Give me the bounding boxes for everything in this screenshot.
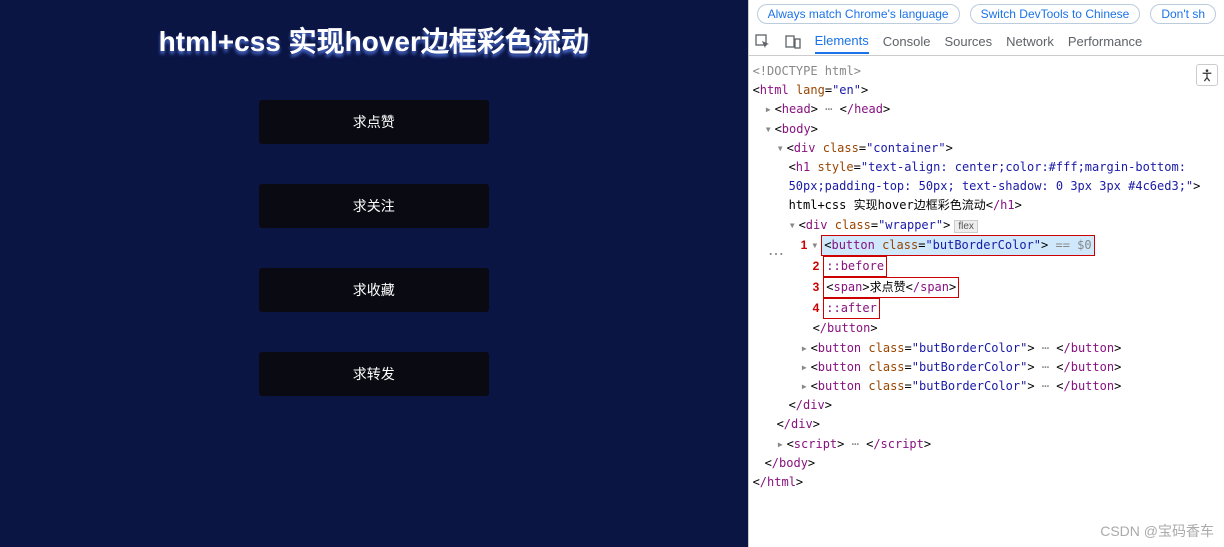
dom-annot-2[interactable]: 2::before (753, 256, 1220, 277)
dom-annot-4[interactable]: 4::after (753, 298, 1220, 319)
tab-sources[interactable]: Sources (944, 30, 992, 53)
inspect-icon[interactable] (755, 34, 771, 50)
hover-dots-icon: ⋯ (768, 244, 784, 264)
share-button[interactable]: 求转发 (259, 352, 489, 396)
devtools-tabs: Elements Console Sources Network Perform… (749, 28, 1224, 56)
follow-button[interactable]: 求关注 (259, 184, 489, 228)
dom-wrapper[interactable]: ▾<div class="wrapper">flex (753, 216, 1220, 235)
page-preview: html+css 实现hover边框彩色流动 求点赞 求关注 求收藏 求转发 (0, 0, 748, 547)
dom-body-close[interactable]: </body> (753, 454, 1220, 473)
dom-h1[interactable]: <h1 style="text-align: center;color:#fff… (753, 158, 1220, 216)
dom-doctype[interactable]: <!DOCTYPE html> (753, 62, 1220, 81)
dom-button-3[interactable]: ▸<button class="butBorderColor"> ⋯ </but… (753, 358, 1220, 377)
dom-html-open[interactable]: <html lang="en"> (753, 81, 1220, 100)
dom-tree[interactable]: <!DOCTYPE html> <html lang="en"> ▸<head>… (749, 56, 1224, 498)
devtools-infobar: Always match Chrome's language Switch De… (749, 0, 1224, 28)
dom-annot-1[interactable]: 1▾<button class="butBorderColor"> == $0 (753, 235, 1220, 256)
csdn-watermark: CSDN @宝码香车 (1100, 521, 1214, 541)
dom-container[interactable]: ▾<div class="container"> (753, 139, 1220, 158)
match-language-chip[interactable]: Always match Chrome's language (757, 4, 960, 24)
devtools-panel: Always match Chrome's language Switch De… (748, 0, 1224, 547)
like-button[interactable]: 求点赞 (259, 100, 489, 144)
tab-console[interactable]: Console (883, 30, 931, 53)
dom-button-close[interactable]: </button> (753, 319, 1220, 338)
button-wrapper: 求点赞 求关注 求收藏 求转发 (0, 100, 748, 396)
dom-body-open[interactable]: ▾<body> (753, 120, 1220, 139)
tab-performance[interactable]: Performance (1068, 30, 1142, 53)
dom-script[interactable]: ▸<script> ⋯ </script> (753, 435, 1220, 454)
accessibility-icon[interactable] (1196, 64, 1218, 86)
dom-button-2[interactable]: ▸<button class="butBorderColor"> ⋯ </but… (753, 339, 1220, 358)
dom-html-close[interactable]: </html> (753, 473, 1220, 492)
dont-show-chip[interactable]: Don't sh (1150, 4, 1216, 24)
tab-elements[interactable]: Elements (815, 29, 869, 54)
switch-chinese-chip[interactable]: Switch DevTools to Chinese (970, 4, 1141, 24)
dom-container-close[interactable]: </div> (753, 415, 1220, 434)
tab-network[interactable]: Network (1006, 30, 1054, 53)
dom-annot-3[interactable]: 3<span>求点赞</span> (753, 277, 1220, 298)
favorite-button[interactable]: 求收藏 (259, 268, 489, 312)
dom-button-4[interactable]: ▸<button class="butBorderColor"> ⋯ </but… (753, 377, 1220, 396)
device-icon[interactable] (785, 34, 801, 50)
page-title: html+css 实现hover边框彩色流动 (0, 0, 748, 60)
dom-head[interactable]: ▸<head> ⋯ </head> (753, 100, 1220, 119)
dom-wrapper-close[interactable]: </div> (753, 396, 1220, 415)
